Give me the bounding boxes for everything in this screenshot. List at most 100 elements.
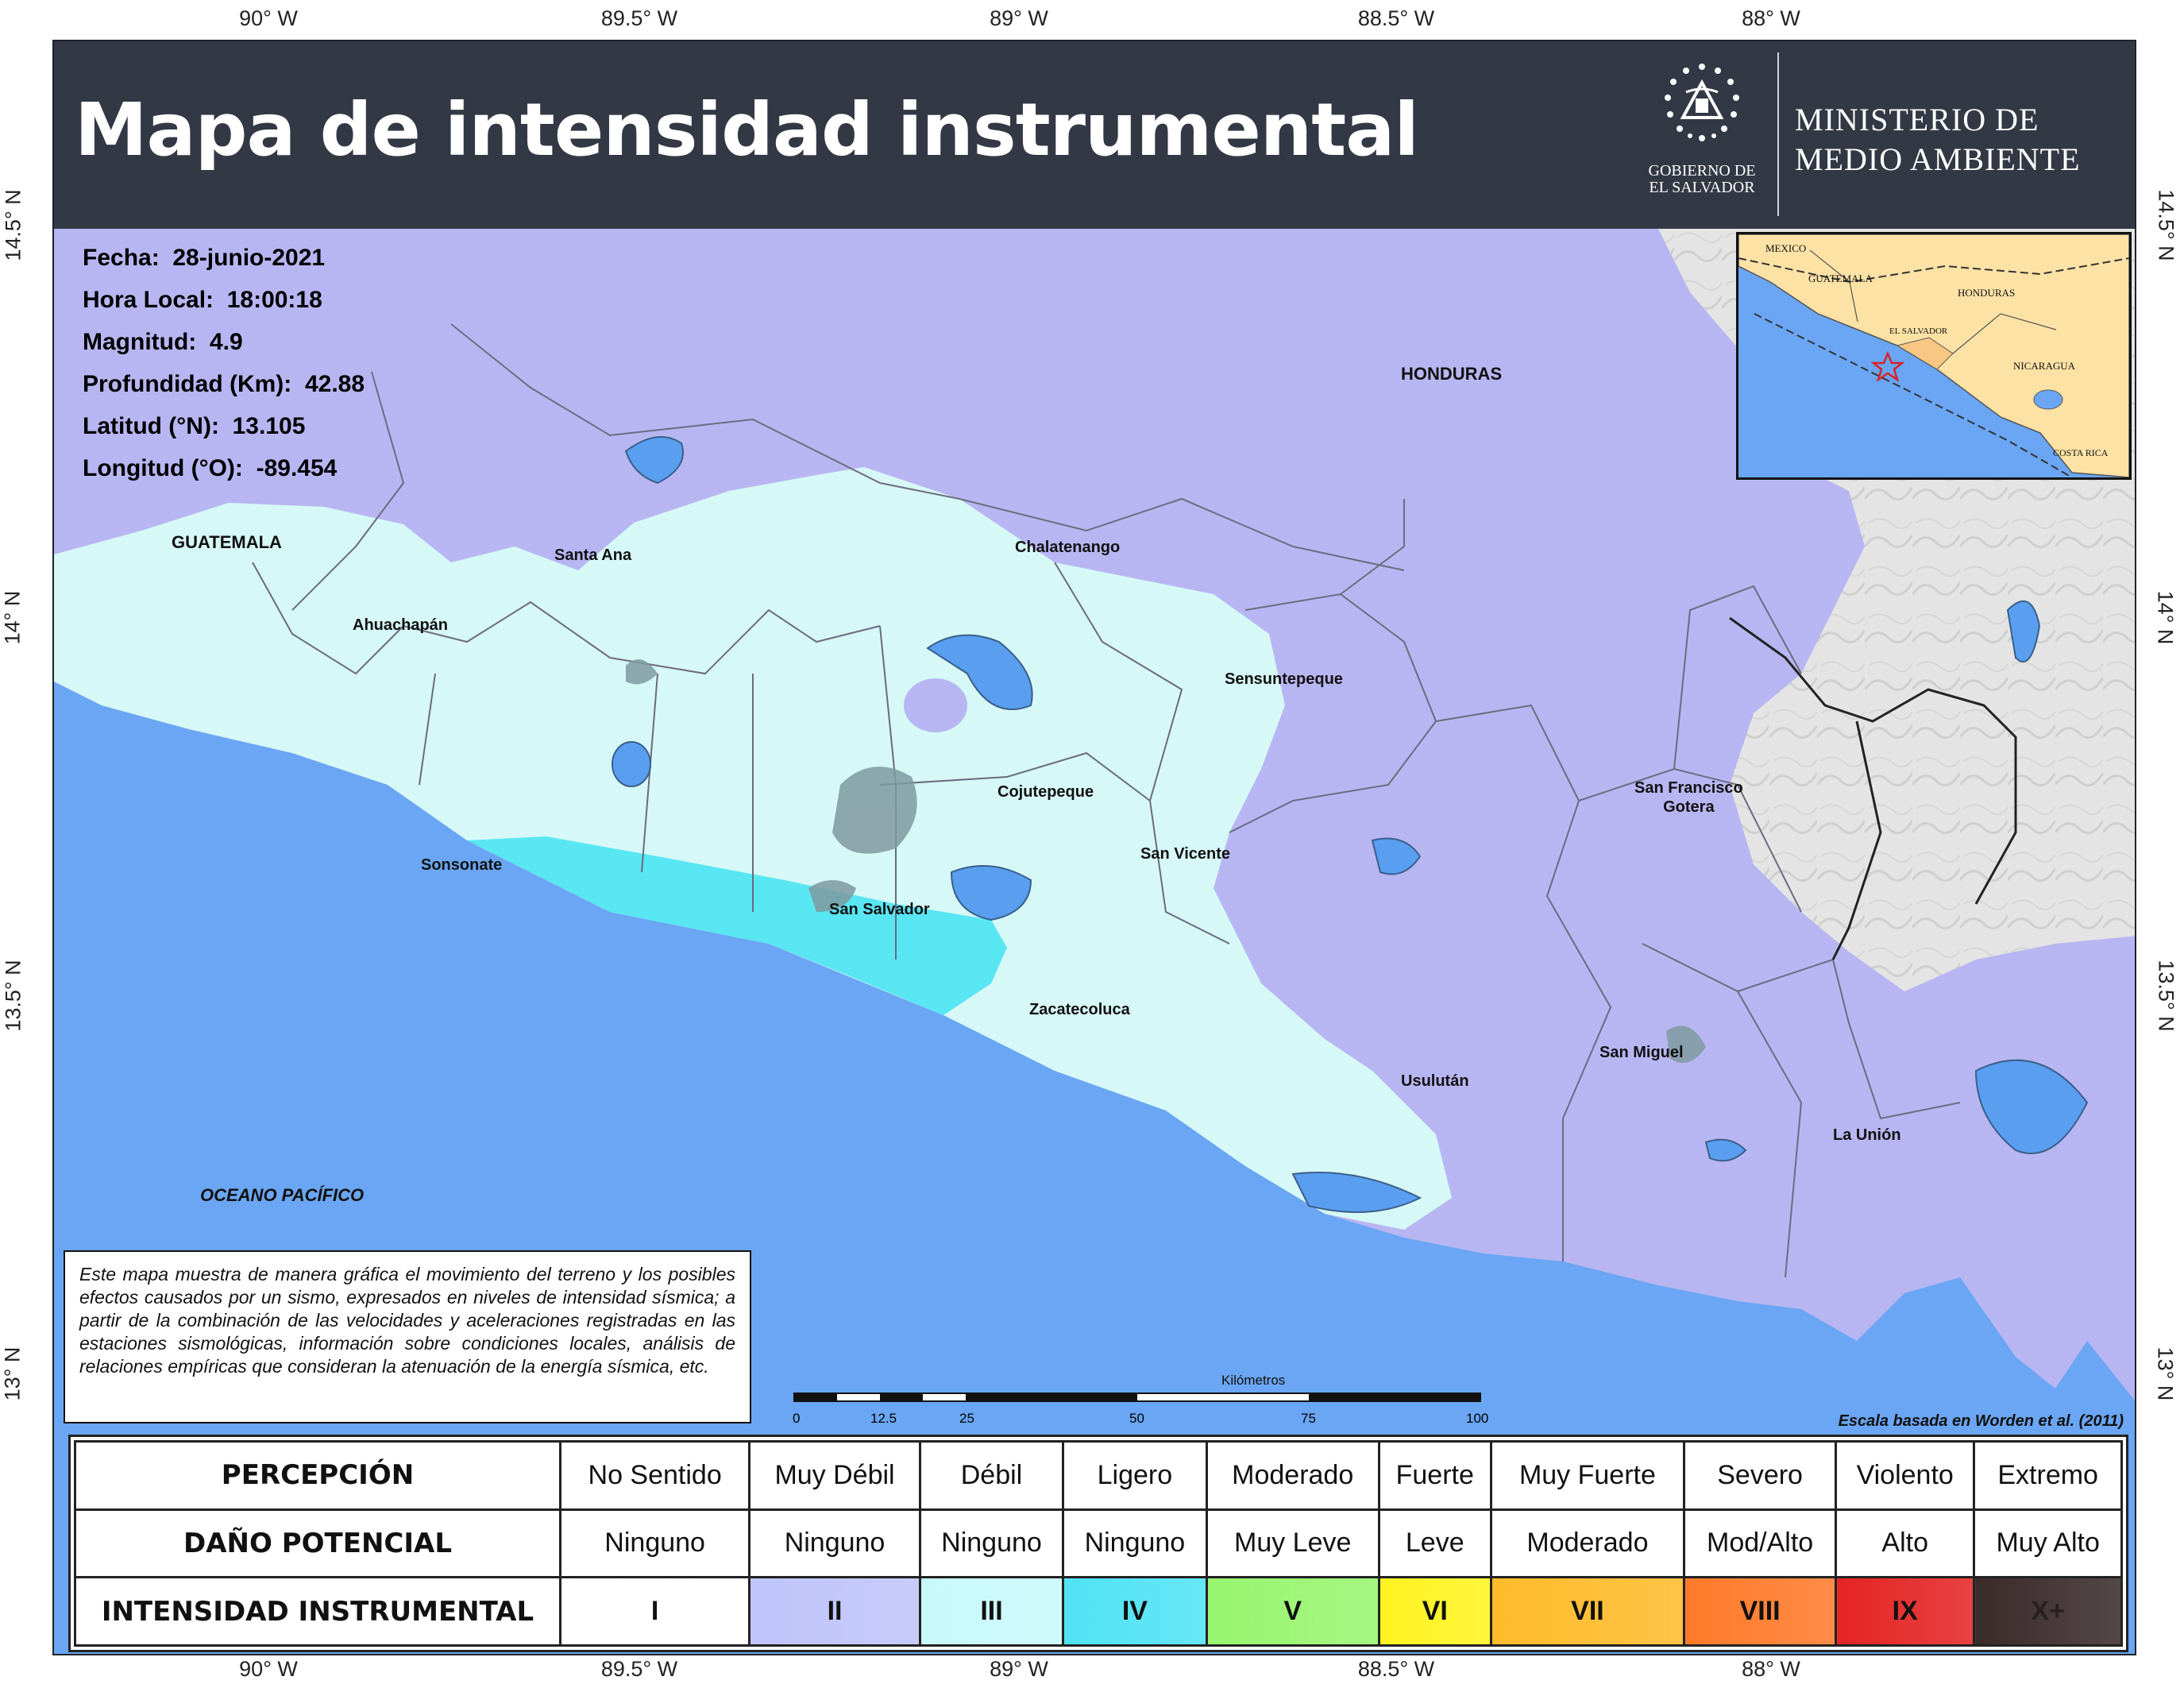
scale-tick: 100 xyxy=(1466,1411,1489,1426)
legend-cell: Muy Alto xyxy=(1973,1508,2123,1579)
country-label-honduras: HONDURAS xyxy=(1401,364,1503,384)
city-label: San Francisco Gotera xyxy=(1634,779,1743,816)
legend-cell: Muy Débil xyxy=(748,1440,921,1511)
country-label-guatemala: GUATEMALA xyxy=(172,532,282,552)
lon-label-top: 88° W xyxy=(1742,6,1800,30)
legend-cell: Alto xyxy=(1835,1508,1976,1579)
intensity-swatch: I xyxy=(558,1576,751,1647)
inset-label: EL SALVADOR xyxy=(1889,326,1948,336)
ministry-line: MEDIO AMBIENTE xyxy=(1795,141,2081,177)
gov-text-line: EL SALVADOR xyxy=(1649,179,1755,196)
lon-label-top: 90° W xyxy=(239,6,298,30)
legend-cell: Moderado xyxy=(1489,1508,1686,1579)
lon-label-bottom: 90° W xyxy=(239,1657,298,1681)
city-label: San Salvador xyxy=(829,901,930,918)
legend-cell: Mod/Alto xyxy=(1683,1508,1838,1579)
lat-label-left: 13° N xyxy=(0,1346,25,1401)
lat-label-left: 13.5° N xyxy=(1,960,25,1032)
gov-text-line: GOBIERNO DE xyxy=(1648,162,1756,180)
legend-cell: Leve xyxy=(1377,1508,1492,1579)
legend-row-perception: PERCEPCIÓN No Sentido Muy Débil Débil Li… xyxy=(74,1440,2123,1511)
scale-unit: Kilómetros xyxy=(1221,1373,1286,1388)
city-label: San Vicente xyxy=(1140,845,1231,863)
page-title: Mapa de intensidad instrumental xyxy=(75,87,1419,172)
intensity-swatch: IX xyxy=(1835,1576,1976,1647)
scale-tick: 50 xyxy=(1129,1411,1144,1426)
inset-label: MEXICO xyxy=(1765,242,1807,254)
city-label: Zacatecoluca xyxy=(1029,1001,1130,1018)
info-row-magnitude: Magnitud: 4.9 xyxy=(83,329,243,355)
legend-cell: Severo xyxy=(1683,1440,1838,1511)
legend-cell: Violento xyxy=(1835,1440,1976,1511)
info-row-depth: Profundidad (Km): 42.88 xyxy=(83,371,365,397)
info-row-date: Fecha: 28-junio-2021 xyxy=(83,245,326,271)
intensity-swatch: IV xyxy=(1062,1576,1208,1647)
event-info: Fecha: 28-junio-2021 Hora Local: 18:00:1… xyxy=(83,237,365,489)
scale-tick: 0 xyxy=(793,1411,801,1426)
legend-row-damage: DAÑO POTENCIAL Ninguno Ninguno Ninguno N… xyxy=(74,1508,2123,1579)
city-label: Sonsonate xyxy=(421,856,503,874)
intensity-swatch: V xyxy=(1205,1576,1380,1647)
legend-cell: Moderado xyxy=(1205,1440,1380,1511)
ministry-name: MINISTERIO DE MEDIO AMBIENTE xyxy=(1795,100,2081,180)
legend-row-header: INTENSIDAD INSTRUMENTAL xyxy=(74,1576,561,1647)
legend-cell: Ninguno xyxy=(558,1508,751,1579)
header-bar: Mapa de intensidad instrumental GOBIERNO… xyxy=(54,41,2135,229)
lon-label-top: 89° W xyxy=(990,6,1048,30)
intensity-swatch: II xyxy=(748,1576,921,1647)
legend-cell: No Sentido xyxy=(558,1440,751,1511)
intensity-swatch: III xyxy=(918,1576,1065,1647)
legend-row-header: PERCEPCIÓN xyxy=(74,1440,561,1511)
ocean-label: OCEANO PACÍFICO xyxy=(200,1185,365,1205)
intensity-swatch: X+ xyxy=(1973,1576,2123,1647)
scale-source: Escala basada en Worden et al. (2011) xyxy=(1838,1412,2124,1430)
lat-label-left: 14° N xyxy=(0,590,25,645)
lat-label-right: 13° N xyxy=(2153,1346,2178,1401)
government-logo: GOBIERNO DE EL SALVADOR xyxy=(1634,62,1769,196)
scale-bar: Kilómetros 0 12.5 25 50 75 100 xyxy=(793,1373,1488,1436)
intensity-swatch: VIII xyxy=(1683,1576,1838,1647)
info-row-time: Hora Local: 18:00:18 xyxy=(83,287,322,313)
lake-coatepeque xyxy=(612,741,651,787)
scale-tick: 12.5 xyxy=(870,1411,897,1426)
info-row-longitude: Longitud (°O): -89.454 xyxy=(83,455,338,481)
lon-label-top: 88.5° W xyxy=(1357,6,1435,30)
legend-cell: Débil xyxy=(918,1440,1065,1511)
city-label: La Unión xyxy=(1833,1126,1901,1144)
legend-cell: Muy Leve xyxy=(1205,1508,1380,1579)
header-divider xyxy=(1777,52,1779,216)
map-frame: Mapa de intensidad instrumental GOBIERNO… xyxy=(52,40,2136,1655)
inset-label: NICARAGUA xyxy=(2013,360,2075,372)
inset-label: GUATEMALA xyxy=(1808,272,1873,284)
ministry-line: MINISTERIO DE xyxy=(1795,102,2039,137)
inset-label: COSTA RICA xyxy=(2053,447,2109,458)
city-label: Cojutepeque xyxy=(997,783,1094,801)
lon-label-top: 89.5° W xyxy=(600,6,678,30)
city-label: Sensuntepeque xyxy=(1225,670,1343,688)
legend-cell: Muy Fuerte xyxy=(1489,1440,1686,1511)
intensity-II-patch xyxy=(904,678,967,732)
city-label: Santa Ana xyxy=(554,547,632,564)
city-label: Chalatenango xyxy=(1015,539,1121,556)
scale-tick: 25 xyxy=(959,1411,974,1426)
legend-cell: Extremo xyxy=(1973,1440,2123,1511)
locator-map-graphic xyxy=(1738,234,2129,477)
locator-inset-map: MEXICO GUATEMALA HONDURAS EL SALVADOR NI… xyxy=(1736,232,2132,480)
lat-label-right: 13.5° N xyxy=(2154,960,2178,1032)
inset-label: HONDURAS xyxy=(1958,287,2016,299)
legend-cell: Ninguno xyxy=(1062,1508,1208,1579)
intensity-swatch: VII xyxy=(1489,1576,1686,1647)
info-row-latitude: Latitud (°N): 13.105 xyxy=(83,413,306,439)
city-label: San Miguel xyxy=(1599,1044,1684,1061)
map-description: Este mapa muestra de manera gráfica el m… xyxy=(64,1250,751,1423)
intensity-swatch: VI xyxy=(1377,1576,1492,1647)
legend-row-intensity: INTENSIDAD INSTRUMENTAL I II III IV V VI… xyxy=(74,1576,2123,1647)
legend-row-header: DAÑO POTENCIAL xyxy=(74,1508,561,1579)
lon-label-bottom: 89° W xyxy=(990,1657,1048,1681)
lake-nicaragua xyxy=(2033,389,2063,410)
city-label: Usulután xyxy=(1401,1072,1469,1090)
lon-label-bottom: 89.5° W xyxy=(600,1657,678,1681)
lon-label-bottom: 88° W xyxy=(1742,1657,1800,1681)
legend-cell: Ninguno xyxy=(918,1508,1065,1579)
legend-cell: Ninguno xyxy=(748,1508,921,1579)
